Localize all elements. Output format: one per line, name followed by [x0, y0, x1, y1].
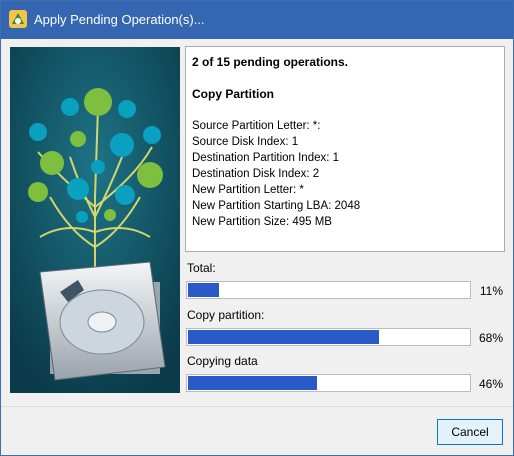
copy-partition-progress-label: Copy partition:	[187, 308, 265, 322]
copying-data-progress-bar	[186, 374, 471, 392]
detail-new-partition-start-lba: New Partition Starting LBA: 2048	[192, 200, 361, 212]
detail-source-partition-letter: Source Partition Letter: *:	[192, 120, 321, 132]
hard-disk-illustration	[10, 47, 180, 393]
total-progress-fill	[188, 283, 219, 297]
detail-new-partition-size: New Partition Size: 495 MB	[192, 216, 332, 228]
copy-partition-progress-fill	[188, 330, 379, 344]
detail-destination-partition-index: Destination Partition Index: 1	[192, 152, 340, 164]
detail-source-disk-index: Source Disk Index: 1	[192, 136, 299, 148]
operation-name: Copy Partition	[192, 87, 275, 101]
title-bar: Apply Pending Operation(s)...	[1, 1, 513, 39]
copying-data-progress-percent: 46%	[478, 377, 503, 391]
total-progress-label: Total:	[187, 261, 216, 275]
operation-info-box: 2 of 15 pending operations. Copy Partiti…	[185, 46, 505, 252]
footer-divider	[1, 406, 513, 407]
app-icon	[9, 10, 27, 28]
pending-count: 2 of 15 pending operations.	[192, 55, 349, 69]
copying-data-progress-label: Copying data	[187, 354, 258, 368]
operation-details: Source Partition Letter: *: Source Disk …	[192, 118, 360, 230]
copying-data-progress-fill	[188, 376, 317, 390]
copy-partition-progress-percent: 68%	[478, 331, 503, 345]
detail-destination-disk-index: Destination Disk Index: 2	[192, 168, 320, 180]
cancel-button[interactable]: Cancel	[437, 419, 503, 445]
window-title: Apply Pending Operation(s)...	[34, 12, 205, 27]
copy-partition-progress-bar	[186, 328, 471, 346]
detail-new-partition-letter: New Partition Letter: *	[192, 184, 304, 196]
apply-pending-operations-dialog: Apply Pending Operation(s)... 2 of 15 pe…	[0, 0, 514, 456]
total-progress-percent: 11%	[479, 284, 503, 298]
total-progress-bar	[186, 281, 471, 299]
